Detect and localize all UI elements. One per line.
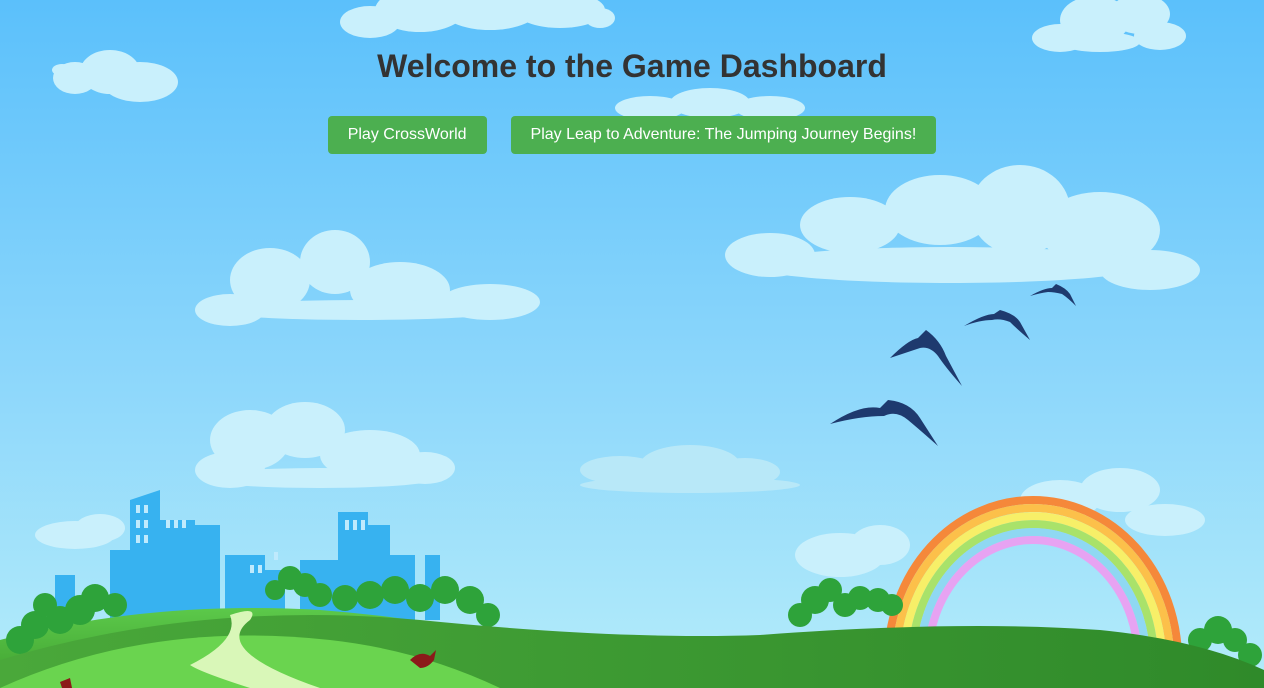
game-buttons: Play CrossWorld Play Leap to Adventure: …: [0, 116, 1264, 154]
play-crossworld-button[interactable]: Play CrossWorld: [327, 116, 487, 154]
page-title: Welcome to the Game Dashboard: [377, 48, 887, 84]
background-scene: [0, 0, 1264, 688]
play-leap-to-adventure-button[interactable]: Play Leap to Adventure: The Jumping Jour…: [510, 116, 937, 154]
